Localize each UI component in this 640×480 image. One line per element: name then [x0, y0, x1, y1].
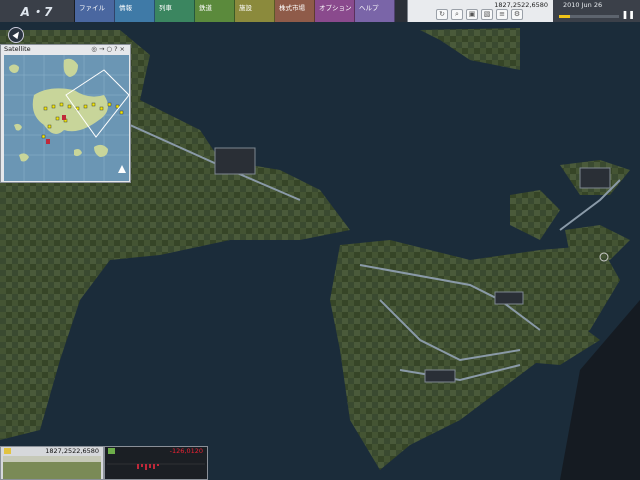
assets-chart	[3, 456, 101, 479]
profit-graph-panel: -126,0120	[104, 446, 208, 480]
satellite-controls: ◎→○?×	[91, 45, 127, 53]
profit-chart	[107, 456, 205, 479]
tool-row: ↻ ⌕ ▣ ▧ ≡ ⚙	[436, 9, 523, 20]
search-icon[interactable]: ⌕	[451, 9, 463, 20]
eye-icon[interactable]: ◎	[91, 45, 99, 53]
menu-item-5[interactable]: 株式市場	[275, 0, 315, 22]
menu-item-2[interactable]: 列車	[155, 0, 195, 22]
assets-value: 1827,2522,6580	[45, 447, 99, 455]
cash-icon	[108, 448, 115, 454]
game-logo: A・7	[0, 0, 75, 22]
menu-item-7[interactable]: ヘルプ	[355, 0, 395, 22]
date-display: 2010 Jun 26	[563, 1, 603, 9]
finance-toolbar: 1827,2522,6580 ↻ ⌕ ▣ ▧ ≡ ⚙	[407, 0, 553, 22]
rotate-icon[interactable]: ↻	[436, 9, 448, 20]
menu-item-6[interactable]: オプション	[315, 0, 355, 22]
coin-icon	[4, 448, 11, 454]
chat-icon[interactable]: ○	[106, 45, 114, 53]
menu-item-4[interactable]: 施設	[235, 0, 275, 22]
assets-graph-panel: 1827,2522,6580	[0, 446, 104, 480]
satellite-minimap[interactable]	[4, 55, 129, 181]
main-menu: ファイル 情報 列車 鉄道 施設 株式市場 オプション ヘルプ	[75, 0, 395, 22]
close-button[interactable]: ×	[120, 45, 127, 53]
menu-item-3[interactable]: 鉄道	[195, 0, 235, 22]
compass-needle	[12, 29, 22, 40]
satellite-panel: Satellite ◎→○?×	[0, 44, 131, 183]
money-display: 1827,2522,6580	[494, 1, 548, 9]
cube-icon[interactable]: ▧	[481, 9, 493, 20]
compass-icon[interactable]	[8, 27, 24, 43]
layers-icon[interactable]: ≡	[496, 9, 508, 20]
settings-icon[interactable]: ⚙	[511, 9, 523, 20]
building-icon[interactable]: ▣	[466, 9, 478, 20]
date-panel: 2010 Jun 26 ❚❚	[553, 0, 640, 22]
speed-fill	[559, 15, 570, 18]
menu-item-1[interactable]: 情報	[115, 0, 155, 22]
speed-slider[interactable]	[559, 15, 619, 18]
menu-item-0[interactable]: ファイル	[75, 0, 115, 22]
satellite-title: Satellite	[4, 45, 31, 53]
pause-icon[interactable]: ❚❚	[622, 10, 635, 19]
profit-value: -126,0120	[169, 447, 203, 455]
